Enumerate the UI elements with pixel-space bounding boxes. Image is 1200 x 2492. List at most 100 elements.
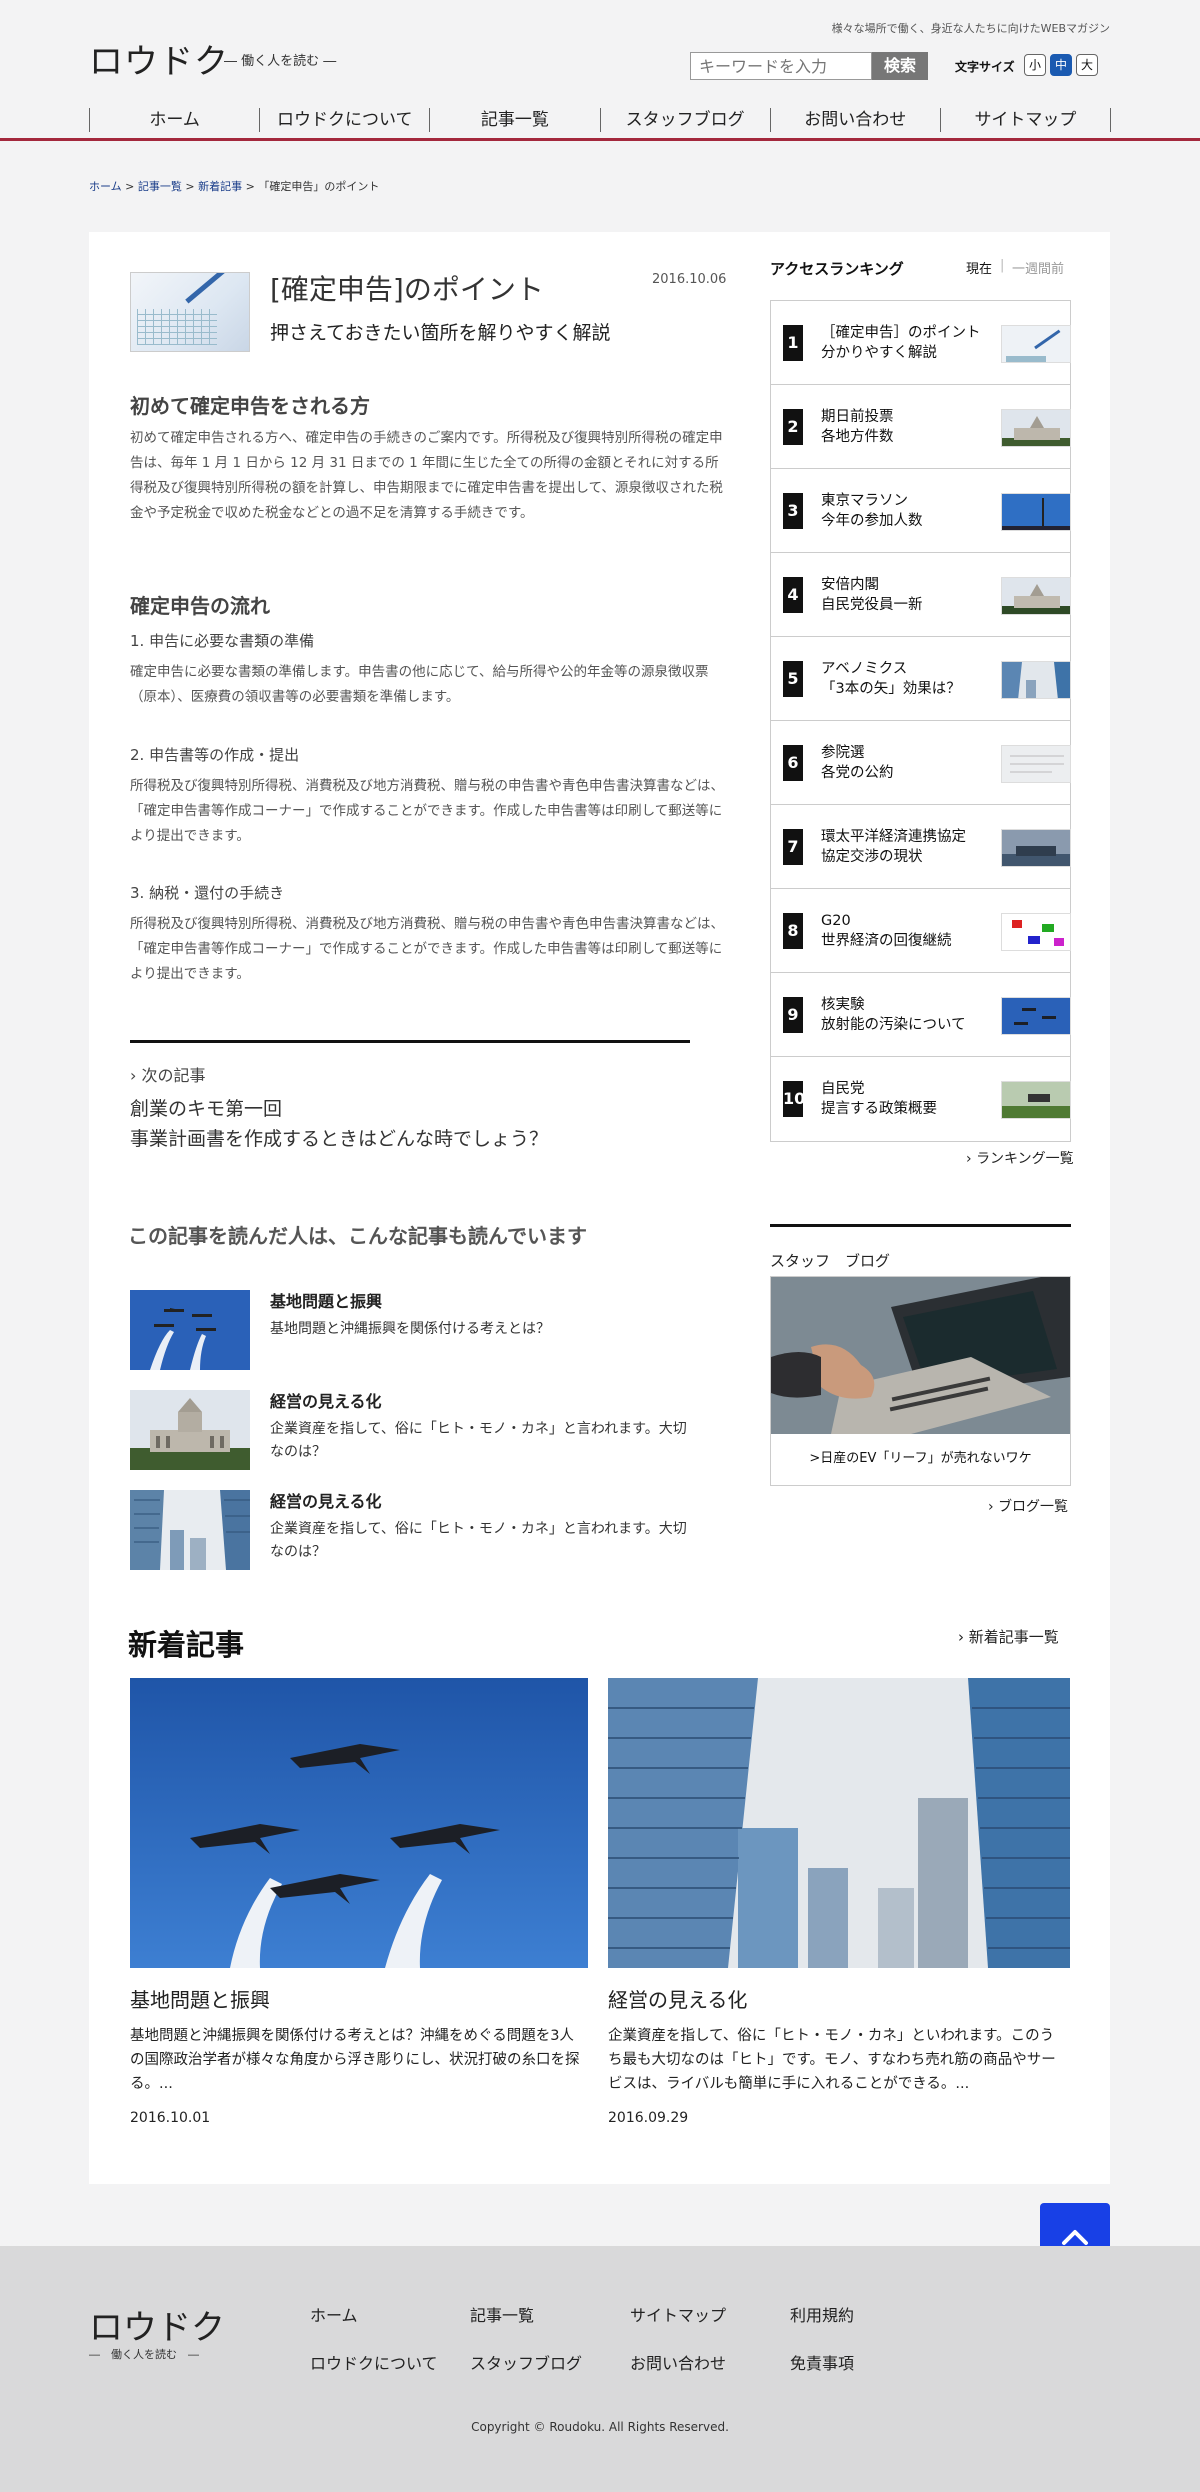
section-body: 初めて確定申告される方へ、確定申告の手続きのご案内です。所得税及び復興特別所得税… (130, 430, 723, 521)
site-header: ロウドク ― 働く人を読む ― 様々な場所で働く、身近な人たちに向けたWEBマガ… (0, 0, 1200, 141)
nav-staff-blog[interactable]: スタッフブログ (599, 108, 770, 132)
next-article-link[interactable]: 創業のキモ第一回 事業計画書を作成するときはどんな時でしょう？ (130, 1094, 548, 1154)
ranking-item[interactable]: 5 アベノミクス 「3本の矢」効果は？ (771, 637, 1071, 721)
next-article-label[interactable]: › 次の記事 (130, 1062, 206, 1086)
font-size-medium-button[interactable]: 中 (1050, 54, 1072, 76)
ranking-tab-week[interactable]: 一週間前 (1012, 258, 1064, 277)
ranking-all-link[interactable]: › ランキング一覧 (966, 1148, 1074, 1168)
related-thumbnail-jets[interactable] (130, 1290, 250, 1370)
footer-logo[interactable]: ロウドク (89, 2300, 225, 2349)
rank-number: 4 (783, 577, 803, 613)
ranking-item[interactable]: 2 期日前投票 各地方件数 (771, 385, 1071, 469)
font-size-small-button[interactable]: 小 (1024, 54, 1046, 76)
blog-image (771, 1277, 1070, 1434)
ranking-item[interactable]: 10 自民党 提言する政策概要 (771, 1057, 1071, 1141)
search-input[interactable] (690, 52, 872, 80)
rank-thumbnail (1001, 661, 1071, 699)
rank-title: 核実験 放射能の汚染について (821, 997, 966, 1033)
footer-link-staff-blog[interactable]: スタッフブログ (470, 2350, 582, 2374)
article-title: [確定申告]のポイント (270, 273, 544, 306)
related-thumbnail-buildings[interactable] (130, 1490, 250, 1570)
chevron-right-icon: › (966, 1151, 972, 1167)
nav-sitemap[interactable]: サイトマップ (939, 108, 1112, 132)
step-body: 所得税及び復興特別所得税、消費税及び地方消費税、贈与税の申告書や青色申告書決算書… (130, 916, 724, 982)
section-heading: 初めて確定申告をされる方 (130, 394, 370, 418)
rank-number: 1 (783, 325, 803, 361)
nav-home[interactable]: ホーム (89, 108, 259, 132)
font-size-label: 文字サイズ (955, 60, 1015, 74)
site-tagline: ― 働く人を読む ― (224, 54, 337, 69)
related-heading: この記事を読んだ人は、こんな記事も読んでいます (128, 1224, 587, 1248)
rank-thumbnail (1001, 997, 1071, 1035)
divider (770, 1224, 1071, 1227)
ranking-item[interactable]: 4 安倍内閣 自民党役員一新 (771, 553, 1071, 637)
breadcrumb-separator: > (242, 180, 259, 193)
site-logo[interactable]: ロウドク (89, 34, 229, 83)
related-title[interactable]: 経営の見える化 (270, 1388, 382, 1412)
rank-thumbnail (1001, 325, 1071, 363)
search-button[interactable]: 検索 (872, 52, 928, 80)
rank-title: 東京マラソン 今年の参加人数 (821, 493, 923, 529)
blog-caption[interactable]: >日産のEV「リーフ」が売れないワケ (771, 1447, 1070, 1466)
rank-thumbnail (1001, 1081, 1071, 1119)
card-desc: 企業資産を指して、俗に「ヒト・モノ・カネ」といわれます。このうち最も大切なのは「… (608, 2028, 1056, 2092)
related-title[interactable]: 経営の見える化 (270, 1488, 382, 1512)
font-size-large-button[interactable]: 大 (1076, 54, 1098, 76)
rank-number: 9 (783, 997, 803, 1033)
nav-about[interactable]: ロウドクについて (259, 108, 429, 132)
step-heading: 1. 申告に必要な書類の準備 (130, 632, 315, 650)
rank-title: 環太平洋経済連携協定 協定交渉の現状 (821, 829, 966, 865)
rank-number: 7 (783, 829, 803, 865)
footer-link-articles[interactable]: 記事一覧 (470, 2302, 534, 2326)
footer-link-contact[interactable]: お問い合わせ (630, 2350, 726, 2374)
breadcrumb-separator: > (181, 180, 199, 193)
rank-title: 自民党 提言する政策概要 (821, 1081, 937, 1117)
ranking-heading: アクセスランキング (770, 260, 904, 278)
header-copy: 様々な場所で働く、身近な人たちに向けたWEBマガジン (831, 22, 1110, 35)
chevron-right-icon: › (988, 1499, 994, 1515)
ranking-item[interactable]: 6 参院選 各党の公約 (771, 721, 1071, 805)
ranking-tab-separator: | (1000, 258, 1005, 273)
nav-articles[interactable]: 記事一覧 (429, 108, 599, 132)
related-thumbnail-diet[interactable] (130, 1390, 250, 1470)
footer-tagline: ― 働く人を読む ― (89, 2348, 199, 2361)
footer-link-disclaimer[interactable]: 免責事項 (790, 2350, 854, 2374)
footer-link-sitemap[interactable]: サイトマップ (630, 2302, 726, 2326)
ranking-item[interactable]: 9 核実験 放射能の汚染について (771, 973, 1071, 1057)
card-image-jets[interactable] (130, 1678, 588, 1968)
related-title[interactable]: 基地問題と振興 (270, 1288, 382, 1312)
new-articles-heading: 新着記事 (128, 1628, 245, 1662)
blog-card[interactable]: >日産のEV「リーフ」が売れないワケ (770, 1276, 1071, 1486)
ranking-item[interactable]: 3 東京マラソン 今年の参加人数 (771, 469, 1071, 553)
section-heading: 確定申告の流れ (130, 594, 270, 618)
rank-title: 期日前投票 各地方件数 (821, 409, 894, 445)
article-thumbnail (130, 272, 250, 352)
blog-heading: スタッフ ブログ (770, 1252, 891, 1270)
blog-all-link[interactable]: › ブログ一覧 (988, 1496, 1068, 1516)
related-desc: 企業資産を指して、俗に「ヒト・モノ・カネ」と言われます。大切なのは？ (270, 1421, 687, 1460)
card-date: 2016.10.01 (130, 2110, 211, 2126)
rank-title: G20 世界経済の回復継続 (821, 913, 952, 949)
step-body: 確定申告に必要な書類の準備します。申告書の他に応じて、給与所得や公的年金等の源泉… (130, 664, 709, 705)
nav-contact[interactable]: お問い合わせ (769, 108, 940, 132)
footer-link-home[interactable]: ホーム (310, 2302, 358, 2326)
related-desc: 基地問題と沖縄振興を関係付ける考えとは？ (270, 1321, 550, 1337)
ranking-tab-now[interactable]: 現在 (966, 258, 992, 277)
card-title[interactable]: 基地問題と振興 (130, 1984, 270, 2013)
ranking-list: 1 ［確定申告］のポイント 分かりやすく解説 2 期日前投票 各地方件数 3 東京マ… (770, 300, 1071, 1142)
ranking-item[interactable]: 8 G20 世界経済の回復継続 (771, 889, 1071, 973)
rank-thumbnail (1001, 829, 1071, 867)
ranking-item[interactable]: 7 環太平洋経済連携協定 協定交渉の現状 (771, 805, 1071, 889)
card-title[interactable]: 経営の見える化 (608, 1984, 747, 2013)
footer-link-terms[interactable]: 利用規約 (790, 2302, 854, 2326)
new-articles-all-link[interactable]: › 新着記事一覧 (958, 1626, 1059, 1647)
step-heading: 3. 納税・還付の手続き (130, 884, 285, 902)
rank-title: 安倍内閣 自民党役員一新 (821, 577, 923, 613)
card-image-buildings[interactable] (608, 1678, 1070, 1968)
ranking-item[interactable]: 1 ［確定申告］のポイント 分かりやすく解説 (771, 301, 1071, 385)
breadcrumb-articles[interactable]: 記事一覧 (138, 180, 182, 193)
step-heading: 2. 申告書等の作成・提出 (130, 746, 300, 764)
breadcrumb-home[interactable]: ホーム (89, 180, 122, 193)
breadcrumb-new[interactable]: 新着記事 (198, 180, 242, 193)
footer-link-about[interactable]: ロウドクについて (310, 2350, 438, 2374)
